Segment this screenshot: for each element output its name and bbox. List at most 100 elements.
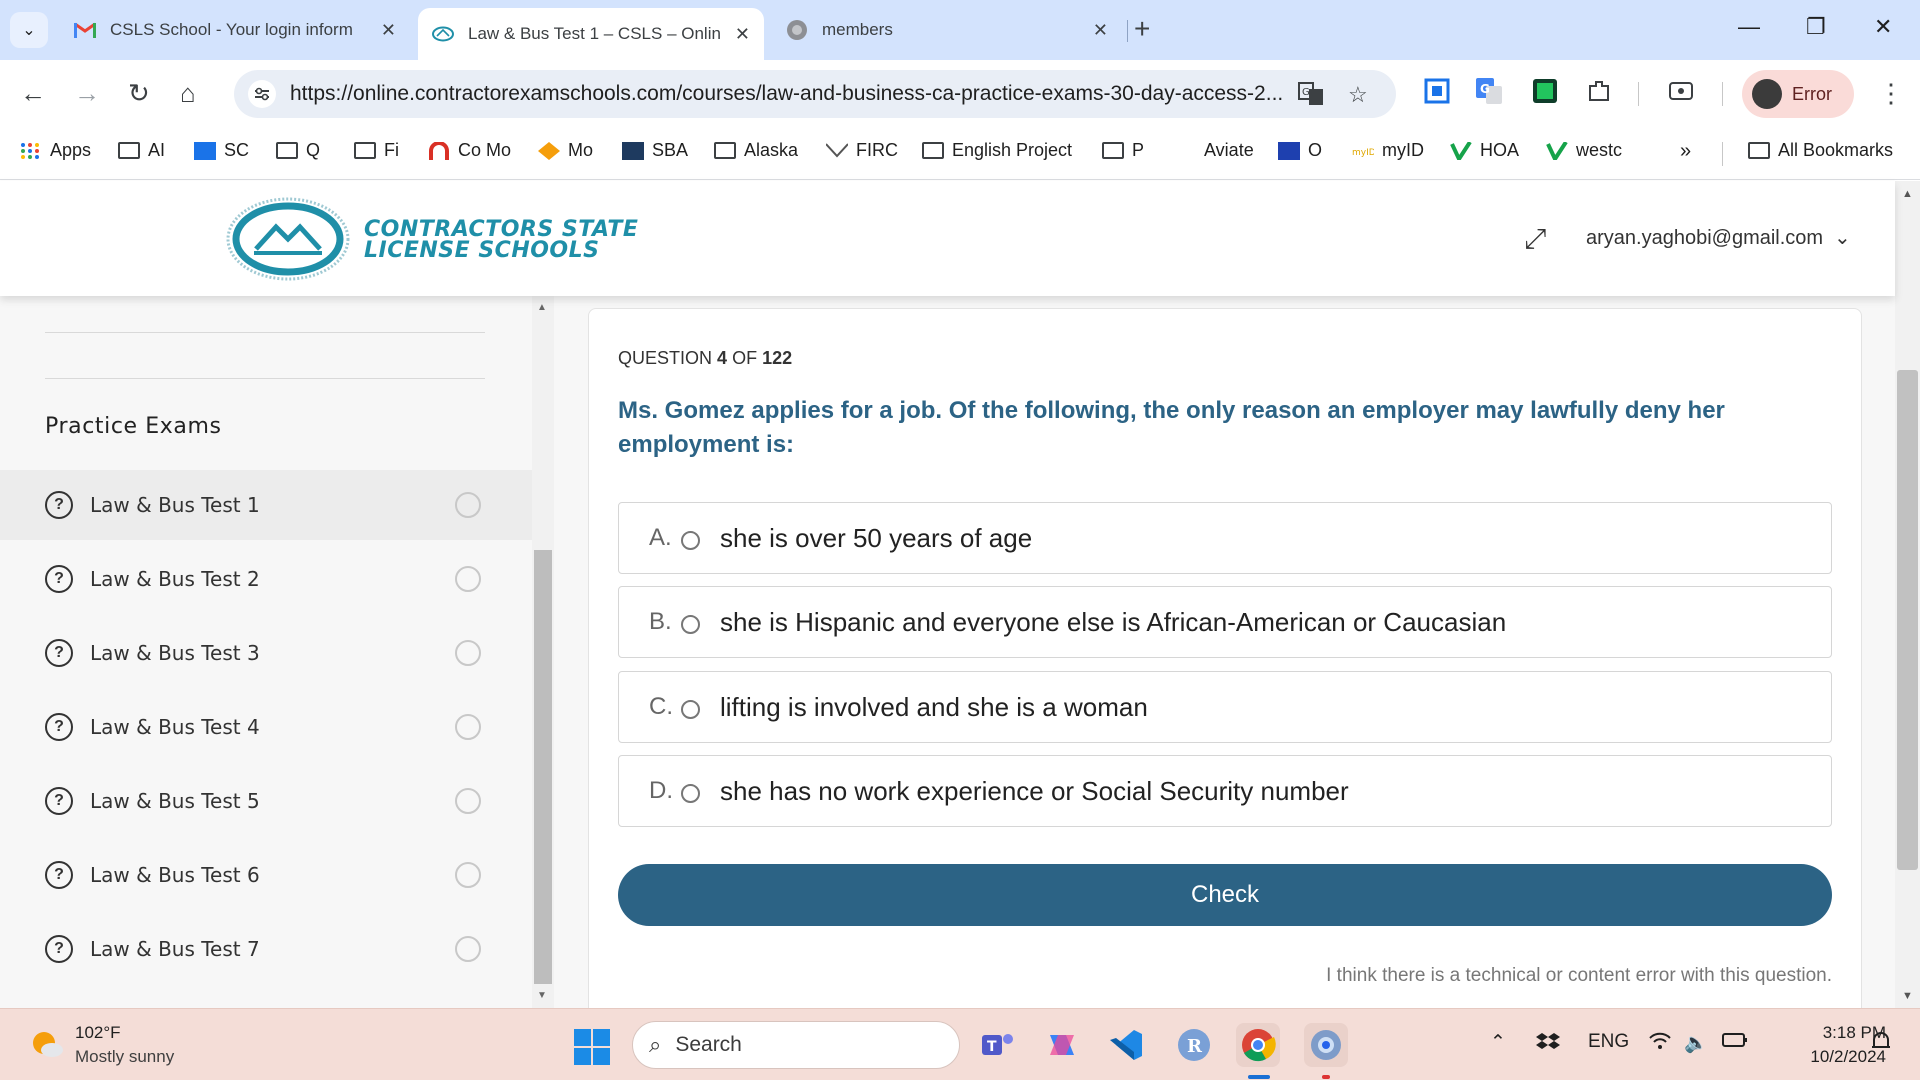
scroll-up-arrow-icon[interactable]: ▲: [1902, 188, 1913, 200]
wifi-icon[interactable]: [1648, 1031, 1672, 1057]
sidebar-item-law-bus-test-6[interactable]: ? Law & Bus Test 6: [0, 840, 532, 910]
google-translate-extension-icon[interactable]: G: [1476, 78, 1502, 104]
answer-option-d[interactable]: D. she has no work experience or Social …: [618, 755, 1832, 827]
bookmark-label: westc: [1576, 140, 1623, 160]
bookmark-folder-ai[interactable]: AI: [118, 140, 165, 161]
question-text: Ms. Gomez applies for a job. Of the foll…: [618, 397, 1725, 458]
bookmark-folder-p[interactable]: P: [1102, 140, 1144, 161]
close-icon[interactable]: ✕: [735, 24, 750, 45]
address-bar[interactable]: https://online.contractorexamschools.com…: [234, 70, 1396, 118]
check-answer-button[interactable]: Check: [618, 864, 1832, 926]
user-email[interactable]: aryan.yaghobi@gmail.com: [1586, 227, 1823, 250]
more-menu-icon[interactable]: ⋮: [1878, 78, 1904, 109]
weather-description[interactable]: Mostly sunny: [75, 1047, 174, 1067]
bookmark-star-icon[interactable]: ☆: [1348, 82, 1368, 108]
question-icon: ?: [45, 861, 73, 889]
scroll-up-arrow-icon[interactable]: ▲: [537, 302, 547, 313]
restore-icon[interactable]: ❐: [1806, 14, 1826, 40]
answer-option-a[interactable]: A. she is over 50 years of age: [618, 502, 1832, 574]
language-indicator[interactable]: ENG: [1588, 1031, 1629, 1053]
report-error-link[interactable]: I think there is a technical or content …: [1200, 965, 1832, 987]
home-icon[interactable]: ⌂: [180, 78, 196, 108]
sidebar-item-law-bus-test-2[interactable]: ? Law & Bus Test 2: [0, 544, 532, 614]
answer-option-c[interactable]: C. lifting is involved and she is a woma…: [618, 671, 1832, 743]
answer-option-b[interactable]: B. she is Hispanic and everyone else is …: [618, 586, 1832, 658]
sidebar-item-law-bus-test-5[interactable]: ? Law & Bus Test 5: [0, 766, 532, 836]
window-close-icon[interactable]: ✕: [1874, 14, 1892, 40]
sidebar-item-law-bus-test-4[interactable]: ? Law & Bus Test 4: [0, 692, 532, 762]
dropbox-tray-icon[interactable]: [1536, 1031, 1560, 1059]
chevron-down-icon[interactable]: ⌄: [1834, 225, 1851, 250]
bookmark-hoa[interactable]: HOA: [1450, 140, 1519, 163]
bookmark-folder-q[interactable]: Q: [276, 140, 320, 161]
copilot-app-icon[interactable]: [1040, 1023, 1084, 1067]
bookmark-folder-fi[interactable]: Fi: [354, 140, 399, 161]
close-icon[interactable]: ✕: [381, 20, 396, 41]
back-arrow-icon[interactable]: ←: [20, 78, 46, 108]
bookmark-sba[interactable]: SBA: [622, 140, 688, 161]
fullscreen-expand-icon[interactable]: ⤢: [1524, 223, 1546, 256]
bookmark-co-mo[interactable]: Co Mo: [428, 140, 511, 161]
notifications-icon[interactable]: [1870, 1031, 1892, 1059]
csls-logo-text[interactable]: CONTRACTORS STATE LICENSE SCHOOLS: [364, 219, 638, 263]
bookmark-myid[interactable]: myID myID: [1352, 140, 1424, 161]
url-text[interactable]: https://online.contractorexamschools.com…: [290, 82, 1290, 106]
bookmark-sc[interactable]: SC: [194, 140, 249, 161]
vscode-app-icon[interactable]: [1104, 1023, 1148, 1067]
site-info-icon[interactable]: [248, 80, 276, 108]
page-scrollbar-thumb[interactable]: [1897, 370, 1918, 870]
translate-icon[interactable]: G: [1298, 82, 1324, 112]
clock-date[interactable]: 10/2/2024: [1770, 1047, 1886, 1067]
tab-gmail[interactable]: CSLS School - Your login inform ✕: [60, 8, 410, 52]
logo-line-2: LICENSE SCHOOLS: [364, 238, 600, 263]
meeting-app-icon[interactable]: [1304, 1023, 1348, 1067]
close-icon[interactable]: ✕: [1093, 20, 1108, 41]
sunny-weather-icon[interactable]: [30, 1029, 64, 1059]
csls-logo-seal[interactable]: [226, 197, 350, 281]
battery-icon[interactable]: [1722, 1031, 1748, 1055]
minimize-icon[interactable]: —: [1738, 14, 1760, 40]
tab-search-button[interactable]: ⌄: [10, 12, 48, 48]
bookmark-folder-english-project[interactable]: English Project: [922, 140, 1072, 161]
bookmark-firc[interactable]: FIRC: [825, 140, 898, 161]
windows-start-icon[interactable]: [574, 1029, 610, 1065]
radio-button[interactable]: [681, 700, 700, 719]
sidebar-item-law-bus-test-1[interactable]: ? Law & Bus Test 1: [0, 470, 532, 540]
bookmark-aviate[interactable]: Aviate: [1204, 140, 1254, 161]
sidebar-scrollbar-thumb[interactable]: [534, 550, 552, 984]
bookmarks-overflow-icon[interactable]: »: [1680, 140, 1691, 163]
tab-capture-icon[interactable]: [1668, 78, 1694, 104]
radio-button[interactable]: [681, 531, 700, 550]
bookmark-westc[interactable]: westc: [1546, 140, 1623, 163]
teams-app-icon[interactable]: T: [976, 1023, 1020, 1067]
screenshot-extension-icon[interactable]: [1424, 78, 1450, 104]
bookmark-o[interactable]: O: [1278, 140, 1322, 161]
radio-button[interactable]: [681, 615, 700, 634]
folder-icon: [1102, 142, 1124, 159]
green-screen-extension-icon[interactable]: [1532, 78, 1558, 104]
tab-law-bus-test[interactable]: Law & Bus Test 1 – CSLS – Onlin ✕: [418, 8, 764, 60]
taskbar-search-box[interactable]: ⌕ Search: [632, 1021, 960, 1069]
bookmark-folder-alaska[interactable]: Alaska: [714, 140, 798, 161]
chrome-app-icon[interactable]: [1236, 1023, 1280, 1067]
bookmark-mo[interactable]: Mo: [538, 140, 593, 161]
scroll-down-arrow-icon[interactable]: ▼: [1902, 990, 1913, 1002]
tab-members[interactable]: members ✕: [772, 8, 1122, 52]
bookmark-apps[interactable]: Apps: [20, 140, 91, 161]
sidebar-item-law-bus-test-7[interactable]: ? Law & Bus Test 7: [0, 914, 532, 984]
scroll-down-arrow-icon[interactable]: ▼: [537, 990, 547, 1001]
forward-arrow-icon[interactable]: →: [74, 78, 100, 108]
show-hidden-icons-chevron-icon[interactable]: ⌃: [1490, 1031, 1506, 1054]
answer-text: she is Hispanic and everyone else is Afr…: [720, 606, 1507, 637]
reload-icon[interactable]: ↻: [128, 78, 150, 108]
r-app-icon[interactable]: R: [1172, 1023, 1216, 1067]
radio-button[interactable]: [681, 784, 700, 803]
all-bookmarks-button[interactable]: All Bookmarks: [1748, 140, 1893, 161]
extensions-puzzle-icon[interactable]: [1586, 78, 1612, 104]
profile-button[interactable]: Error: [1742, 70, 1854, 118]
sidebar-item-law-bus-test-3[interactable]: ? Law & Bus Test 3: [0, 618, 532, 688]
volume-icon[interactable]: 🔈: [1684, 1031, 1708, 1055]
weather-temperature[interactable]: 102°F: [75, 1023, 121, 1043]
new-tab-plus-icon[interactable]: +: [1134, 12, 1150, 46]
counter-prefix: QUESTION: [618, 348, 713, 368]
